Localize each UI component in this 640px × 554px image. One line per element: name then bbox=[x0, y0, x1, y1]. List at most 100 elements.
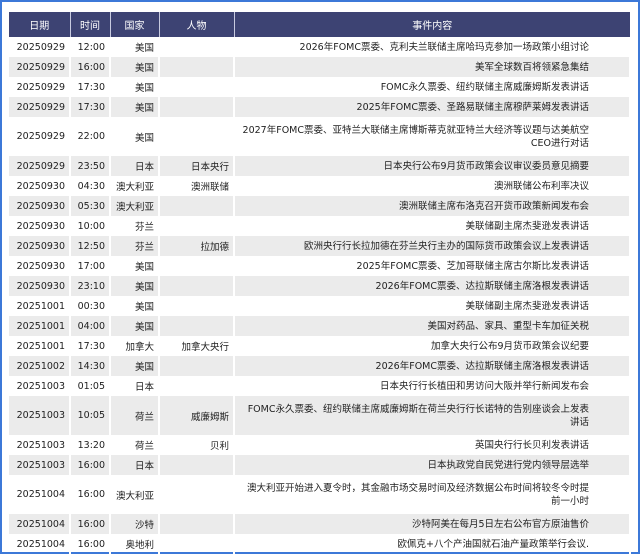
table-row: 20250930 23:10 美国 2026年FOMC票委、达拉斯联储主席洛根发表讲话 bbox=[9, 276, 631, 296]
time-cell: 16:00 bbox=[70, 534, 111, 554]
event-cell: 2025年FOMC票委、芝加哥联储主席古尔斯比发表讲话 bbox=[234, 256, 631, 276]
person-cell: 贝利 bbox=[159, 435, 235, 455]
time-cell: 16:00 bbox=[70, 455, 111, 475]
table-row: 20250929 22:00 美国 2027年FOMC票委、亚特兰大联储主席博斯蒂克就… bbox=[9, 117, 631, 156]
event-cell: 欧洲央行行长拉加德在芬兰央行主办的国际货币政策会议上发表讲话 bbox=[234, 236, 631, 256]
person-cell: 澳洲联储 bbox=[159, 176, 235, 196]
date-cell: 20251001 bbox=[9, 316, 71, 336]
country-cell: 日本 bbox=[110, 455, 160, 475]
event-cell: 澳洲联储主席布洛克召开货币政策新闻发布会 bbox=[234, 196, 631, 216]
time-cell: 10:05 bbox=[70, 396, 111, 435]
country-cell: 荷兰 bbox=[110, 435, 160, 455]
event-cell: 2026年FOMC票委、达拉斯联储主席洛根发表讲话 bbox=[234, 356, 631, 376]
date-cell: 20251004 bbox=[9, 514, 71, 534]
table-row: 20251004 16:00 奥地利 欧佩克+八个产油国就石油产量政策举行会议. bbox=[9, 534, 631, 554]
person-cell bbox=[159, 117, 235, 156]
date-cell: 20251001 bbox=[9, 296, 71, 316]
date-cell: 20250930 bbox=[9, 236, 71, 256]
time-cell: 17:30 bbox=[70, 336, 111, 356]
event-cell: 2026年FOMC票委、达拉斯联储主席洛根发表讲话 bbox=[234, 276, 631, 296]
time-cell: 04:00 bbox=[70, 316, 111, 336]
header-country: 国家 bbox=[110, 12, 160, 37]
time-cell: 23:50 bbox=[70, 156, 111, 176]
event-cell: 欧佩克+八个产油国就石油产量政策举行会议. bbox=[234, 534, 631, 554]
country-cell: 澳大利亚 bbox=[110, 176, 160, 196]
event-cell: 沙特阿美在每月5日左右公布官方原油售价 bbox=[234, 514, 631, 534]
date-cell: 20251003 bbox=[9, 396, 71, 435]
header-time: 时间 bbox=[70, 12, 111, 37]
date-cell: 20250930 bbox=[9, 276, 71, 296]
person-cell bbox=[159, 296, 235, 316]
date-cell: 20251003 bbox=[9, 435, 71, 455]
time-cell: 17:00 bbox=[70, 256, 111, 276]
table-row: 20250929 17:30 美国 2025年FOMC票委、圣路易联储主席穆萨莱姆发表… bbox=[9, 97, 631, 117]
time-cell: 01:05 bbox=[70, 376, 111, 396]
event-cell: 日本央行行长植田和男访问大阪并举行新闻发布会 bbox=[234, 376, 631, 396]
person-cell bbox=[159, 196, 235, 216]
country-cell: 美国 bbox=[110, 276, 160, 296]
date-cell: 20250929 bbox=[9, 37, 71, 57]
person-cell bbox=[159, 356, 235, 376]
person-cell bbox=[159, 77, 235, 97]
events-table: 日期 时间 国家 人物 事件内容 20250929 12:00 美国 2026年FOM… bbox=[9, 12, 631, 554]
table-row: 20251003 16:00 日本 日本执政党自民党进行党内领导层选举 bbox=[9, 455, 631, 475]
date-cell: 20250930 bbox=[9, 176, 71, 196]
table-row: 20251004 16:00 澳大利亚 澳大利亚开始进入夏令时，其金融市场交易时间及经… bbox=[9, 475, 631, 514]
country-cell: 美国 bbox=[110, 77, 160, 97]
person-cell bbox=[159, 455, 235, 475]
table-row: 20251002 14:30 美国 2026年FOMC票委、达拉斯联储主席洛根发表讲话 bbox=[9, 356, 631, 376]
event-cell: 美国对药品、家具、重型卡车加征关税 bbox=[234, 316, 631, 336]
date-cell: 20250930 bbox=[9, 216, 71, 236]
country-cell: 奥地利 bbox=[110, 534, 160, 554]
person-cell bbox=[159, 37, 235, 57]
event-cell: 美军全球数百将领紧急集结 bbox=[234, 57, 631, 77]
table-row: 20250929 12:00 美国 2026年FOMC票委、克利夫兰联储主席哈玛克参加… bbox=[9, 37, 631, 57]
person-cell bbox=[159, 97, 235, 117]
time-cell: 22:00 bbox=[70, 117, 111, 156]
date-cell: 20251003 bbox=[9, 455, 71, 475]
country-cell: 荷兰 bbox=[110, 396, 160, 435]
country-cell: 美国 bbox=[110, 117, 160, 156]
person-cell bbox=[159, 534, 235, 554]
table-header: 日期 时间 国家 人物 事件内容 bbox=[9, 12, 630, 37]
date-cell: 20250929 bbox=[9, 117, 71, 156]
event-cell: FOMC永久票委、纽约联储主席威廉姆斯发表讲话 bbox=[234, 77, 631, 97]
country-cell: 芬兰 bbox=[110, 216, 160, 236]
country-cell: 日本 bbox=[110, 376, 160, 396]
date-cell: 20251002 bbox=[9, 356, 71, 376]
country-cell: 芬兰 bbox=[110, 236, 160, 256]
time-cell: 23:10 bbox=[70, 276, 111, 296]
time-cell: 14:30 bbox=[70, 356, 111, 376]
table-row: 20250930 17:00 美国 2025年FOMC票委、芝加哥联储主席古尔斯比发表… bbox=[9, 256, 631, 276]
time-cell: 16:00 bbox=[70, 475, 111, 514]
country-cell: 加拿大 bbox=[110, 336, 160, 356]
event-cell: 2027年FOMC票委、亚特兰大联储主席博斯蒂克就亚特兰大经济等议题与达美航空C… bbox=[234, 117, 631, 156]
date-cell: 20250929 bbox=[9, 57, 71, 77]
header-date: 日期 bbox=[9, 12, 71, 37]
person-cell bbox=[159, 276, 235, 296]
country-cell: 沙特 bbox=[110, 514, 160, 534]
window-frame: 日期 时间 国家 人物 事件内容 20250929 12:00 美国 2026年FOM… bbox=[0, 0, 640, 554]
person-cell bbox=[159, 216, 235, 236]
person-cell bbox=[159, 57, 235, 77]
country-cell: 美国 bbox=[110, 57, 160, 77]
time-cell: 12:50 bbox=[70, 236, 111, 256]
date-cell: 20250929 bbox=[9, 77, 71, 97]
time-cell: 17:30 bbox=[70, 97, 111, 117]
country-cell: 美国 bbox=[110, 37, 160, 57]
time-cell: 16:00 bbox=[70, 57, 111, 77]
event-cell: 日本执政党自民党进行党内领导层选举 bbox=[234, 455, 631, 475]
table-row: 20251003 13:20 荷兰 贝利 英国央行行长贝利发表讲话 bbox=[9, 435, 631, 455]
date-cell: 20250930 bbox=[9, 256, 71, 276]
table-row: 20251004 16:00 沙特 沙特阿美在每月5日左右公布官方原油售价 bbox=[9, 514, 631, 534]
table-row: 20251001 00:30 美国 美联储副主席杰斐逊发表讲话 bbox=[9, 296, 631, 316]
event-cell: 澳大利亚开始进入夏令时，其金融市场交易时间及经济数据公布时间将较冬令时提前一小时 bbox=[234, 475, 631, 514]
date-cell: 20250930 bbox=[9, 196, 71, 216]
table-row: 20250929 23:50 日本 日本央行 日本央行公布9月货币政策会议审议委员意见摘… bbox=[9, 156, 631, 176]
table-row: 20250929 16:00 美国 美军全球数百将领紧急集结 bbox=[9, 57, 631, 77]
person-cell bbox=[159, 514, 235, 534]
country-cell: 澳大利亚 bbox=[110, 475, 160, 514]
time-cell: 04:30 bbox=[70, 176, 111, 196]
date-cell: 20251004 bbox=[9, 534, 71, 554]
date-cell: 20250929 bbox=[9, 97, 71, 117]
